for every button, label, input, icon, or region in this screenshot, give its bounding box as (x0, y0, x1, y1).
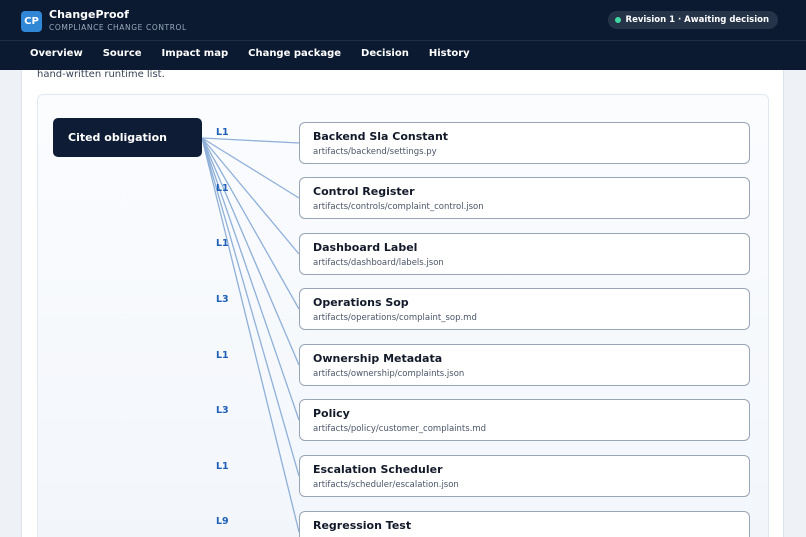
impact-edge (201, 137, 300, 533)
artifact-path: artifacts/dashboard/labels.json (313, 258, 444, 268)
status-dot-icon (614, 17, 621, 23)
app-logo: CP (21, 10, 42, 32)
revision-status-text: Revision 1 · Awaiting decision (625, 15, 769, 25)
brand[interactable]: CP ChangeProof COMPLIANCE CHANGE CONTROL (21, 9, 187, 33)
revision-status-badge: Revision 1 · Awaiting decision (607, 11, 778, 29)
impact-edge (201, 137, 300, 144)
level-label: L9 (216, 516, 229, 527)
nav-history[interactable]: History (429, 47, 470, 61)
artifact-path: artifacts/operations/complaint_sop.md (313, 313, 477, 323)
artifact-path: artifacts/policy/customer_complaints.md (313, 424, 487, 434)
artifact-path: artifacts/backend/settings.py (313, 147, 437, 157)
artifact-title: Escalation Scheduler (313, 463, 443, 476)
level-label: L3 (216, 294, 229, 305)
level-label: L1 (216, 183, 229, 194)
artifact-node-operations-sop[interactable]: Operations Sop artifacts/operations/comp… (299, 288, 750, 330)
artifact-title: Regression Test (313, 519, 412, 532)
artifact-path: artifacts/controls/complaint_control.jso… (313, 202, 484, 212)
app-header: CP ChangeProof COMPLIANCE CHANGE CONTROL… (0, 0, 806, 70)
artifact-node-policy[interactable]: Policy artifacts/policy/customer_complai… (299, 399, 750, 441)
source-node-cited-obligation[interactable]: Cited obligation (53, 118, 202, 157)
artifact-node-ownership-metadata[interactable]: Ownership Metadata artifacts/ownership/c… (299, 344, 750, 386)
artifact-node-dashboard-label[interactable]: Dashboard Label artifacts/dashboard/labe… (299, 233, 750, 275)
main-nav: Overview Source Impact map Change packag… (30, 47, 490, 61)
level-label: L1 (216, 461, 229, 472)
header-divider (0, 40, 806, 41)
app-tagline: COMPLIANCE CHANGE CONTROL (49, 23, 187, 32)
artifact-title: Control Register (313, 185, 415, 198)
nav-decision[interactable]: Decision (361, 47, 409, 61)
level-label: L1 (216, 238, 229, 249)
nav-overview[interactable]: Overview (30, 47, 83, 61)
artifact-path: artifacts/ownership/complaints.json (313, 369, 465, 379)
impact-edge (201, 137, 300, 421)
artifact-title: Policy (313, 407, 350, 420)
brand-text: ChangeProof COMPLIANCE CHANGE CONTROL (49, 9, 187, 33)
artifact-node-backend-sla-constant[interactable]: Backend Sla Constant artifacts/backend/s… (299, 122, 750, 164)
nav-change-package[interactable]: Change package (248, 47, 341, 61)
nav-source[interactable]: Source (103, 47, 142, 61)
impact-edge (201, 137, 300, 366)
artifact-title: Operations Sop (313, 296, 409, 309)
artifact-title: Backend Sla Constant (313, 130, 449, 143)
artifact-node-escalation-scheduler[interactable]: Escalation Scheduler artifacts/scheduler… (299, 455, 750, 497)
level-label: L1 (216, 350, 229, 361)
impact-edge (201, 137, 300, 310)
artifact-path: artifacts/scheduler/escalation.json (313, 480, 459, 490)
nav-impact-map[interactable]: Impact map (162, 47, 229, 61)
level-label: L1 (216, 127, 229, 138)
app-name: ChangeProof (49, 8, 129, 21)
level-label: L3 (216, 405, 229, 416)
artifact-title: Ownership Metadata (313, 352, 443, 365)
artifact-node-control-register[interactable]: Control Register artifacts/controls/comp… (299, 177, 750, 219)
artifact-node-regression-test[interactable]: Regression Test (299, 511, 750, 537)
artifact-title: Dashboard Label (313, 241, 418, 254)
